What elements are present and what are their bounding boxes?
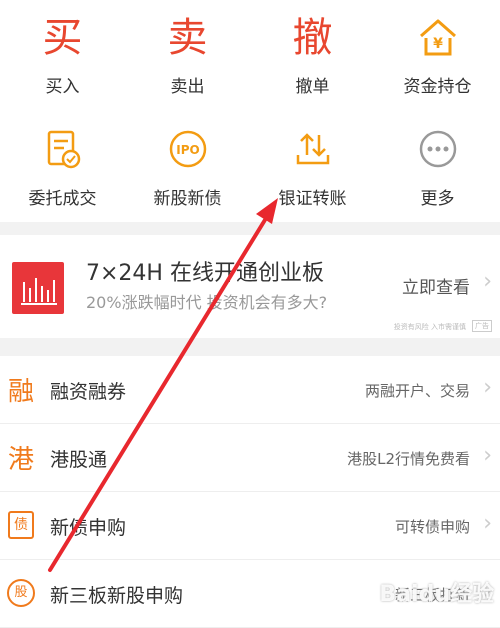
sell-button[interactable]: 卖 卖出 <box>125 12 250 97</box>
banner-view-now[interactable]: 立即查看 <box>402 273 470 298</box>
risk-disclaimer: 投资有风险 入市需谨慎 <box>393 323 466 331</box>
bank-transfer-button[interactable]: 银证转账 <box>250 126 375 209</box>
chevron-right-icon: › <box>483 511 492 536</box>
cancel-order-icon: 撤 <box>292 15 333 61</box>
svg-text:¥: ¥ <box>433 36 443 52</box>
list-item-hk-connect[interactable]: 港 港股通 港股L2行情免费看 › <box>0 424 500 492</box>
margin-trading-icon: 融 <box>7 376 34 407</box>
bank-transfer-label: 银证转账 <box>278 189 347 209</box>
list-item-hint: 可转债申购 <box>394 518 470 536</box>
section-divider <box>0 222 500 235</box>
hk-connect-icon: 港 <box>7 444 34 475</box>
list-item-margin-trading[interactable]: 融 融资融券 两融开户、交易 › <box>0 356 500 424</box>
ipo-icon: IPO <box>169 130 206 168</box>
buy-button[interactable]: 买 买入 <box>0 12 125 97</box>
cancel-order-label: 撤单 <box>295 77 330 97</box>
more-label: 更多 <box>420 189 455 209</box>
chevron-right-icon: › <box>483 375 492 400</box>
more-button[interactable]: 更多 <box>375 126 500 209</box>
list-item-label: 新三板新股申购 <box>50 585 184 607</box>
banner-title: 7×24H 在线开通创业板 <box>86 261 324 286</box>
more-dots-icon <box>419 130 456 168</box>
promo-banner[interactable]: 7×24H 在线开通创业板 20%涨跌幅时代 投资机会有多大? 立即查看 › 投… <box>0 235 500 338</box>
orders-trades-button[interactable]: 委托成交 <box>0 126 125 209</box>
buy-icon: 买 <box>42 15 83 61</box>
ad-badge: 广告 <box>472 320 492 332</box>
baidu-watermark: Baidu经验 <box>379 582 494 607</box>
ipo-button[interactable]: IPO 新股新债 <box>125 126 250 209</box>
transfer-arrows-icon <box>296 133 329 165</box>
list-item-label: 港股通 <box>50 449 108 471</box>
ipo-icon-text: IPO <box>176 143 199 157</box>
yuan-house-icon: ¥ <box>419 19 456 56</box>
list-item-bond-subscription[interactable]: 债 新债申购 可转债申购 › <box>0 492 500 560</box>
chart-logo-icon <box>12 262 64 314</box>
bond-icon: 债 <box>6 508 36 542</box>
stock-icon: 股 <box>6 576 36 610</box>
funds-holdings-label: 资金持仓 <box>403 77 472 97</box>
sell-label: 卖出 <box>170 77 205 97</box>
list-item-hint: 港股L2行情免费看 <box>347 450 470 468</box>
chevron-right-icon: › <box>483 443 492 468</box>
funds-holdings-button[interactable]: ¥ 资金持仓 <box>375 12 500 97</box>
ipo-label: 新股新债 <box>153 189 222 209</box>
banner-subtitle: 20%涨跌幅时代 投资机会有多大? <box>86 293 328 312</box>
list-item-hint: 两融开户、交易 <box>364 382 470 400</box>
sell-icon: 卖 <box>167 15 208 61</box>
buy-label: 买入 <box>45 77 80 97</box>
list-item-label: 融资融券 <box>50 381 127 403</box>
section-divider <box>0 338 500 356</box>
trade-grid: 买 买入 卖 卖出 撤 撤单 ¥ 资金持仓 委托成交 IPO 新股新债 银证转账… <box>0 0 500 222</box>
list-item-label: 新债申购 <box>50 517 127 539</box>
chevron-right-icon: › <box>483 269 492 294</box>
cancel-order-button[interactable]: 撤 撤单 <box>250 12 375 97</box>
orders-trades-label: 委托成交 <box>28 189 97 209</box>
document-check-icon <box>47 130 80 169</box>
